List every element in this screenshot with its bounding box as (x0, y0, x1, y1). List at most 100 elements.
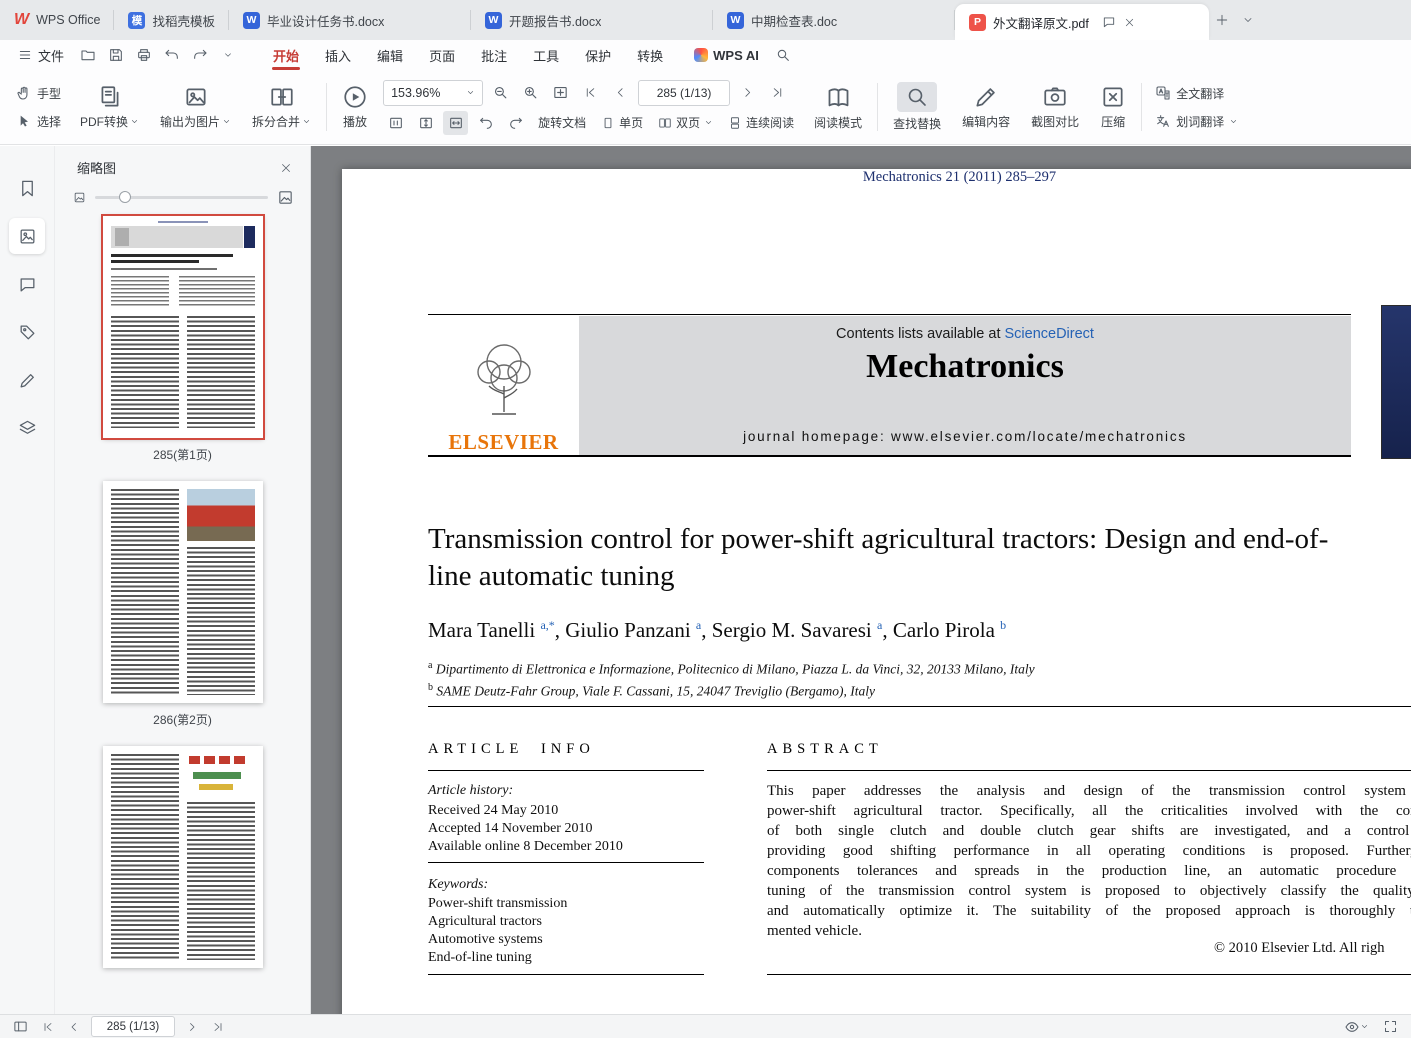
pdf-convert-button[interactable]: PDF转换 (74, 80, 145, 134)
undo-button[interactable] (160, 44, 184, 66)
abstract-bottom-rule (767, 974, 1411, 975)
journal-header-box: Contents lists available at ScienceDirec… (579, 316, 1351, 455)
ribbon-tab-protect[interactable]: 保护 (572, 40, 624, 70)
view-mode-button[interactable] (1341, 1018, 1372, 1036)
next-page-icon (190, 1022, 195, 1031)
export-as-image-button[interactable]: 输出为图片 (154, 80, 237, 134)
thumbnail-panel: 缩略图 285(第1页) 286(第2页) (55, 146, 311, 1014)
last-page-button[interactable] (765, 81, 790, 105)
reading-mode-button[interactable]: 阅读模式 (808, 80, 868, 135)
journal-name: Mechatronics (866, 348, 1064, 385)
comment-panel-button[interactable] (9, 266, 45, 302)
pointer-tools-group: 手型 选择 (12, 83, 65, 132)
abstract-heading: ABSTRACT (767, 741, 883, 757)
screenshot-compare-button[interactable]: 截图对比 (1025, 80, 1085, 134)
find-replace-button[interactable]: 查找替换 (887, 78, 947, 136)
next-page-button[interactable] (735, 81, 760, 105)
eye-icon (1345, 1021, 1359, 1032)
tab-comment-icon[interactable] (1102, 15, 1116, 29)
redo-button[interactable] (188, 44, 212, 66)
ribbon-tab-page[interactable]: 页面 (416, 40, 468, 70)
new-tab-button[interactable] (1209, 7, 1235, 33)
zoom-in-icon (525, 86, 537, 99)
tab-list-chevron-down-icon[interactable] (1235, 7, 1261, 33)
thumbnail-panel-close-icon[interactable] (280, 162, 292, 174)
rotate-left-button[interactable] (473, 111, 498, 135)
double-page-mode-button[interactable]: 双页 (653, 112, 718, 133)
ribbon-tab-annotate[interactable]: 批注 (468, 40, 520, 70)
continuous-reading-label: 连续阅读 (746, 116, 795, 130)
wps-ai-button[interactable]: WPS AI (694, 48, 759, 63)
split-merge-button[interactable]: 拆分合并 (246, 80, 317, 134)
journal-homepage-link[interactable]: journal homepage: www.elsevier.com/locat… (579, 429, 1351, 444)
ribbon-tab-convert[interactable]: 转换 (624, 40, 676, 70)
ribbon-tabs: 开始 插入 编辑 页面 批注 工具 保护 转换 (260, 40, 676, 70)
slider-track[interactable] (95, 191, 268, 203)
sciencedirect-link[interactable]: ScienceDirect (1005, 326, 1094, 342)
tab-document-1[interactable]: W 毕业设计任务书.docx (229, 0, 471, 40)
file-menu-button[interactable]: 文件 (10, 43, 72, 67)
print-button[interactable] (132, 44, 156, 66)
find-replace-icon (908, 88, 926, 106)
tab-close-icon[interactable] (1124, 17, 1135, 28)
tag-panel-button[interactable] (9, 314, 45, 350)
ribbon-search-button[interactable] (771, 44, 795, 66)
tab-document-pdf-active[interactable]: P 外文翻译原文.pdf (955, 4, 1209, 40)
select-tool-button[interactable]: 选择 (12, 111, 65, 132)
zoom-in-button[interactable] (518, 81, 543, 105)
page-number-input[interactable] (638, 79, 731, 106)
thumbnail-panel-button[interactable] (9, 218, 45, 254)
ribbon-tab-tools[interactable]: 工具 (520, 40, 572, 70)
translate-icon (1156, 86, 1170, 100)
ribbon-tab-home[interactable]: 开始 (260, 40, 312, 70)
fit-window-button[interactable] (548, 81, 573, 105)
pdf-page[interactable]: Mechatronics 21 (2011) 285–297 ELSEVIER (342, 169, 1411, 1014)
history-chevron-down-icon[interactable] (216, 44, 240, 66)
annotate-panel-button[interactable] (9, 362, 45, 398)
edit-content-button[interactable]: 编辑内容 (956, 80, 1016, 134)
ribbon-tab-insert[interactable]: 插入 (312, 40, 364, 70)
play-button[interactable]: 播放 (336, 80, 374, 134)
zoom-select[interactable]: 153.96% (383, 79, 484, 106)
actual-size-button[interactable] (383, 111, 408, 135)
compress-button[interactable]: 压缩 (1094, 80, 1132, 134)
word-file-icon: W (727, 11, 744, 29)
status-last-page-button[interactable] (209, 1020, 227, 1034)
rotate-right-button[interactable] (503, 111, 528, 135)
save-button[interactable] (104, 44, 128, 66)
ribbon-tab-edit[interactable]: 编辑 (364, 40, 416, 70)
rotate-document-button[interactable]: 旋转文档 (533, 112, 591, 133)
previous-page-button[interactable] (608, 81, 633, 105)
tab-wps-home[interactable]: W WPS Office (0, 0, 115, 40)
continuous-reading-button[interactable]: 连续阅读 (723, 112, 799, 133)
panel-toggle-button[interactable] (10, 1018, 31, 1035)
fit-height-button[interactable] (413, 111, 438, 135)
status-next-page-button[interactable] (183, 1020, 201, 1034)
slider-knob[interactable] (119, 191, 132, 203)
fit-width-button[interactable] (443, 110, 469, 135)
thumb-decoration (114, 228, 129, 246)
status-first-page-button[interactable] (39, 1020, 57, 1034)
open-folder-button[interactable] (76, 44, 100, 66)
fullscreen-button[interactable] (1380, 1018, 1401, 1035)
word-translate-button[interactable]: 划词翻译 (1151, 111, 1242, 132)
hand-tool-button[interactable]: 手型 (12, 83, 65, 104)
status-page-number-input[interactable] (91, 1016, 175, 1037)
layers-panel-button[interactable] (9, 410, 45, 446)
zoom-out-button[interactable] (488, 81, 513, 105)
chevron-down-icon (706, 121, 712, 124)
first-page-button[interactable] (578, 81, 603, 105)
page-thumbnail-1[interactable] (100, 214, 265, 440)
page-thumbnail-3[interactable] (102, 746, 263, 968)
tab-docer-templates[interactable]: 模 找稻壳模板 (114, 0, 229, 40)
document-area[interactable]: Mechatronics 21 (2011) 285–297 ELSEVIER (311, 146, 1411, 1014)
thumb-decoration (110, 276, 169, 308)
tab-document-2[interactable]: W 开题报告书.docx (471, 0, 713, 40)
full-text-translate-button[interactable]: 全文翻译 (1151, 83, 1242, 104)
status-previous-page-button[interactable] (65, 1020, 83, 1034)
wps-ai-icon (694, 48, 709, 62)
page-thumbnail-2[interactable] (102, 481, 263, 703)
bookmark-panel-button[interactable] (9, 170, 45, 206)
tab-document-3[interactable]: W 中期检查表.doc (713, 0, 955, 40)
single-page-mode-button[interactable]: 单页 (596, 112, 648, 133)
